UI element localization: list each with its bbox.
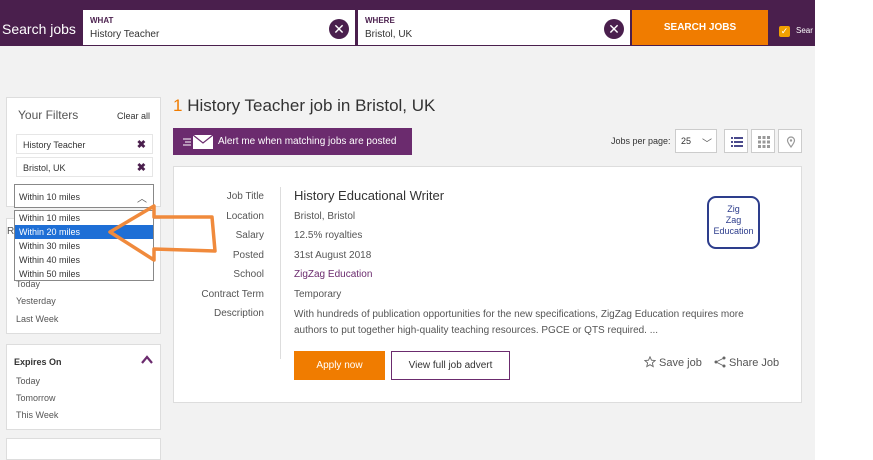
search-bar: Search jobs WHAT History Teacher ✕ WHERE…: [0, 0, 815, 46]
what-field[interactable]: WHAT History Teacher ✕: [83, 10, 355, 45]
save-search-label: Sear: [796, 26, 813, 35]
grid-view-button[interactable]: [751, 129, 775, 153]
posted-label: Posted: [232, 250, 264, 261]
clear-where-icon[interactable]: ✕: [604, 19, 624, 39]
school-link[interactable]: ZigZag Education: [294, 269, 372, 280]
remove-filter-icon[interactable]: ✖: [137, 161, 146, 174]
location-label: Location: [226, 211, 264, 222]
salary-label: Salary: [235, 230, 264, 241]
map-pin-icon: [786, 136, 796, 148]
share-job-button[interactable]: Share Job: [714, 356, 779, 369]
where-label: WHERE: [365, 16, 395, 25]
page-margin: [815, 0, 873, 460]
jobs-per-page-select[interactable]: 25 ﹀: [675, 129, 717, 153]
filter-chip-keyword: History Teacher ✖: [16, 134, 153, 154]
search-jobs-title: Search jobs: [2, 21, 76, 37]
logo-text-line: Zag: [725, 215, 742, 225]
search-jobs-button[interactable]: SEARCH JOBS: [632, 10, 768, 45]
grid-view-icon: [758, 136, 770, 148]
map-view-button[interactable]: [778, 129, 802, 153]
filter-chip-location: Bristol, UK ✖: [16, 157, 153, 177]
share-icon: [714, 356, 726, 368]
share-job-label: Share Job: [729, 357, 780, 369]
description-label: Description: [213, 308, 264, 319]
filter-chip-label: Bristol, UK: [23, 163, 66, 173]
expires-filter-panel: Expires On Today Tomorrow This Week: [6, 344, 161, 430]
chevron-up-icon[interactable]: [141, 354, 153, 366]
results-title-text: History Teacher job in Bristol, UK: [187, 96, 436, 115]
expires-title: Expires On: [14, 357, 62, 367]
jobs-per-page-label: Jobs per page:: [611, 136, 671, 146]
posted-last-week-link[interactable]: Last Week: [16, 314, 58, 324]
job-title-link[interactable]: History Educational Writer: [294, 188, 444, 203]
expires-tomorrow-link[interactable]: Tomorrow: [16, 393, 56, 403]
apply-now-button[interactable]: Apply now: [294, 351, 385, 380]
logo-text-line: Zig: [727, 204, 740, 214]
job-contract: Temporary: [294, 289, 342, 300]
job-posted-date: 31st August 2018: [294, 250, 372, 261]
where-input[interactable]: Bristol, UK: [365, 29, 412, 40]
save-search-checkbox[interactable]: ✓: [779, 26, 790, 37]
save-job-button[interactable]: Save job: [643, 355, 702, 369]
next-filter-panel: [6, 438, 161, 460]
envelope-icon: [183, 134, 214, 149]
what-input[interactable]: History Teacher: [90, 29, 159, 40]
list-view-button[interactable]: [724, 129, 748, 153]
list-view-icon: [731, 137, 743, 147]
where-field[interactable]: WHERE Bristol, UK ✕: [358, 10, 630, 45]
save-job-label: Save job: [659, 357, 702, 369]
view-job-advert-button[interactable]: View full job advert: [391, 351, 510, 380]
filter-chip-label: History Teacher: [23, 140, 86, 150]
results-count: 1: [173, 96, 183, 115]
job-description: With hundreds of publication opportuniti…: [294, 309, 744, 336]
posted-yesterday-link[interactable]: Yesterday: [16, 296, 56, 306]
chevron-down-icon: ﹀: [702, 139, 712, 150]
clear-all-link[interactable]: Clear all: [117, 111, 150, 121]
school-logo[interactable]: Zig Zag Education: [707, 196, 760, 249]
contract-label: Contract Term: [201, 289, 264, 300]
job-salary: 12.5% royalties: [294, 230, 363, 241]
job-alert-button[interactable]: Alert me when matching jobs are posted: [173, 128, 412, 155]
remove-filter-icon[interactable]: ✖: [137, 138, 146, 151]
expires-this-week-link[interactable]: This Week: [16, 410, 58, 420]
annotation-arrow-icon: [108, 204, 217, 262]
star-icon: [643, 355, 657, 368]
expires-today-link[interactable]: Today: [16, 376, 40, 386]
distance-option-50[interactable]: Within 50 miles: [15, 267, 153, 281]
job-alert-label: Alert me when matching jobs are posted: [218, 136, 397, 147]
what-label: WHAT: [90, 16, 114, 25]
jobs-per-page-value: 25: [681, 136, 692, 146]
distance-selected-value: Within 10 miles: [19, 192, 81, 202]
card-divider: [280, 187, 281, 359]
job-location: Bristol, Bristol: [294, 211, 356, 222]
page: Search jobs WHAT History Teacher ✕ WHERE…: [0, 0, 815, 460]
job-title-label: Job Title: [226, 191, 264, 202]
school-label: School: [233, 269, 264, 280]
filters-title: Your Filters: [18, 108, 79, 122]
results-heading: 1 History Teacher job in Bristol, UK: [173, 96, 435, 116]
logo-text-line: Education: [713, 226, 754, 236]
job-card: Job Title Location Salary Posted School …: [173, 166, 802, 403]
clear-what-icon[interactable]: ✕: [329, 19, 349, 39]
